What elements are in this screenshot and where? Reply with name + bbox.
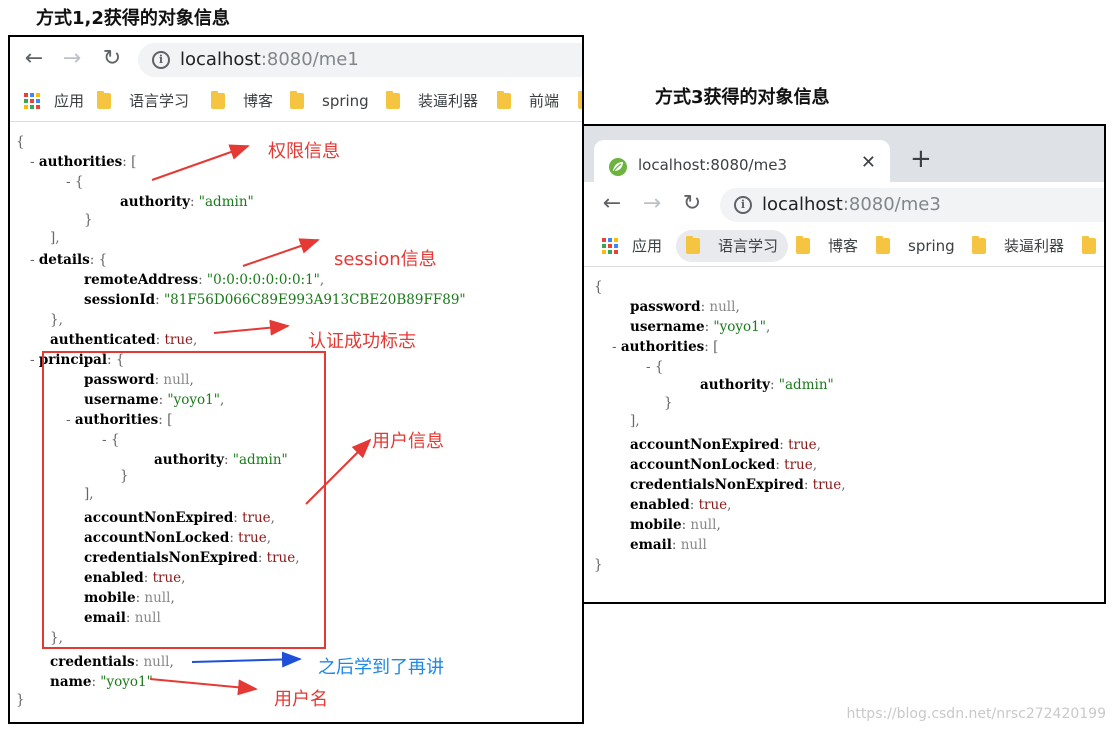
annotation-arrows <box>149 144 372 696</box>
watermark: https://blog.csdn.net/nrsc272420199 <box>846 706 1106 722</box>
annotation-authenticated: 认证成功标志 <box>308 331 416 352</box>
arrow-session <box>242 238 320 267</box>
annotation-name: 用户名 <box>274 689 328 710</box>
arrow-authorities <box>151 144 250 181</box>
arrow-name <box>149 678 258 696</box>
annotation-authorities: 权限信息 <box>268 141 340 162</box>
arrow-credentials <box>191 651 302 668</box>
arrow-user <box>305 438 372 505</box>
annotation-user: 用户信息 <box>372 431 444 452</box>
arrow-authenticated <box>213 319 290 336</box>
annotation-session: session信息 <box>334 249 437 270</box>
annotation-credentials: 之后学到了再讲 <box>318 657 444 678</box>
